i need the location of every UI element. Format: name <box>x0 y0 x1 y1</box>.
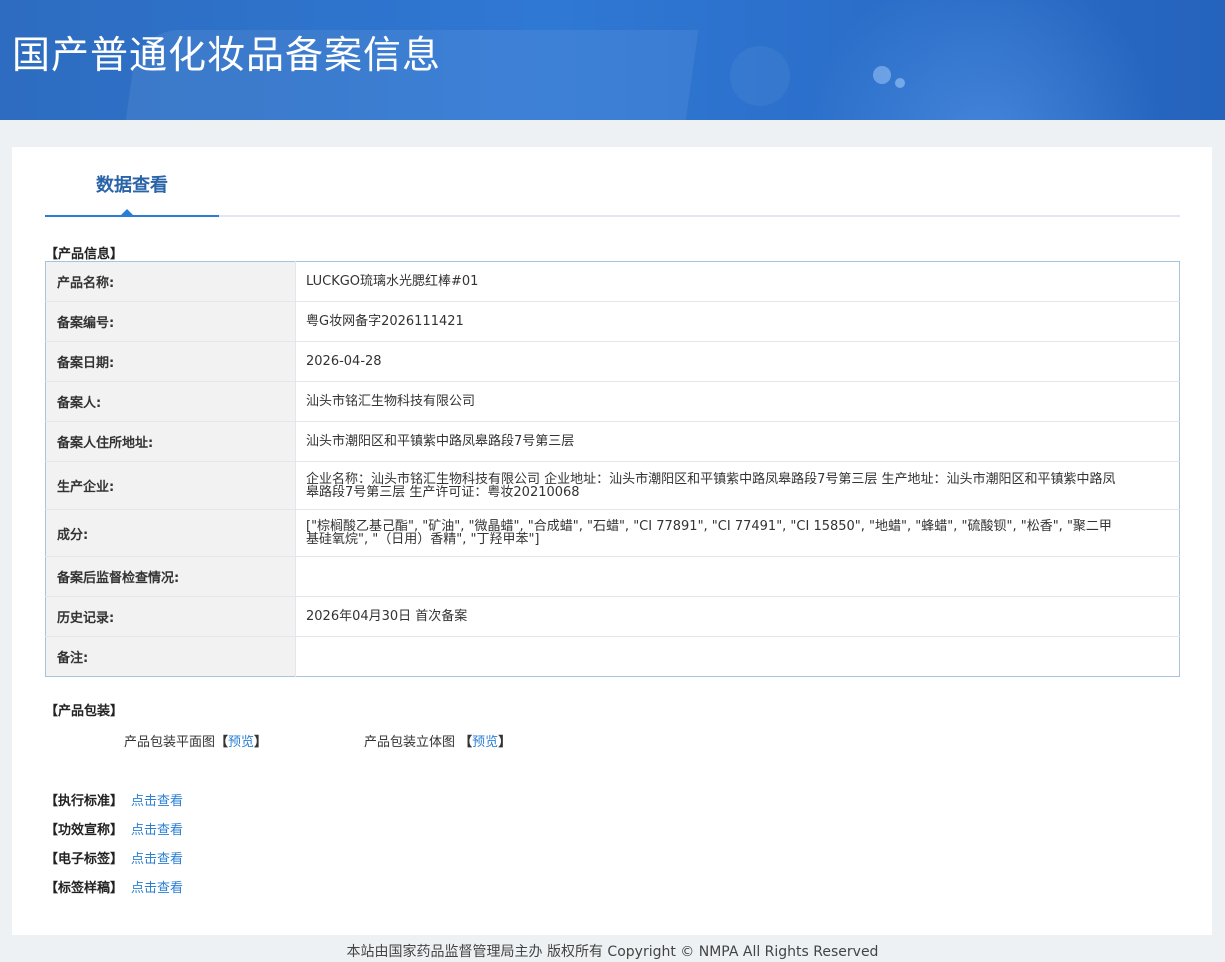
execution-standard: 【执行标准】 点击查看 <box>45 790 183 809</box>
table-row: 备案人住所地址: 汕头市潮阳区和平镇紫中路凤皋路段7号第三层 <box>45 421 1180 462</box>
banner-bubble <box>730 46 790 106</box>
row-label: 备注: <box>45 636 296 677</box>
efficacy-claim-label: 【功效宣称】 <box>45 823 124 838</box>
packaging-solid-label: 产品包装立体图 <box>364 735 456 750</box>
table-row: 生产企业: 企业名称：汕头市铭汇生物科技有限公司 企业地址：汕头市潮阳区和平镇紫… <box>45 461 1180 510</box>
label-draft-label: 【标签样稿】 <box>45 881 124 896</box>
banner-bubble <box>873 66 891 84</box>
tab-bar: 数据查看 <box>45 147 1180 217</box>
bracket-close: 】 <box>254 735 268 750</box>
bracket-open: 【 <box>215 735 229 750</box>
header-banner: 国产普通化妆品备案信息 <box>0 0 1225 120</box>
tab-label: 数据查看 <box>96 175 168 196</box>
packaging-heading: 【产品包装】 <box>45 704 124 719</box>
row-value: ["棕榈酸乙基己酯", "矿油", "微晶蜡", "合成蜡", "石蜡", "C… <box>295 509 1180 557</box>
row-label: 备案人住所地址: <box>45 421 296 462</box>
row-label: 生产企业: <box>45 461 296 510</box>
table-row: 备案人: 汕头市铭汇生物科技有限公司 <box>45 381 1180 422</box>
row-label: 成分: <box>45 509 296 557</box>
table-row: 备案编号: 粤G妆网备字2026111421 <box>45 301 1180 342</box>
row-value: 2026-04-28 <box>295 341 1180 382</box>
footer-copyright: 本站由国家药品监督管理局主办 版权所有 Copyright © NMPA All… <box>346 944 879 960</box>
table-row: 成分: ["棕榈酸乙基己酯", "矿油", "微晶蜡", "合成蜡", "石蜡"… <box>45 509 1180 557</box>
row-value: 企业名称：汕头市铭汇生物科技有限公司 企业地址：汕头市潮阳区和平镇紫中路凤皋路段… <box>295 461 1180 510</box>
row-label: 备案日期: <box>45 341 296 382</box>
label-draft-link[interactable]: 点击查看 <box>131 881 183 896</box>
row-label: 产品名称: <box>45 261 296 302</box>
row-value <box>295 556 1180 597</box>
efficacy-claim-link[interactable]: 点击查看 <box>131 823 183 838</box>
label-draft: 【标签样稿】 点击查看 <box>45 877 183 896</box>
row-value: 汕头市潮阳区和平镇紫中路凤皋路段7号第三层 <box>295 421 1180 462</box>
electronic-label: 【电子标签】 点击查看 <box>45 848 183 867</box>
row-value: 汕头市铭汇生物科技有限公司 <box>295 381 1180 422</box>
preview-solid-link[interactable]: 预览 <box>472 735 498 750</box>
banner-bubble <box>895 78 905 88</box>
table-row: 备案后监督检查情况: <box>45 556 1180 597</box>
table-row: 产品名称: LUCKGO琉璃水光腮红棒#01 <box>45 261 1180 302</box>
page-title: 国产普通化妆品备案信息 <box>12 33 442 77</box>
packaging-solid: 产品包装立体图 【预览】 <box>364 731 511 750</box>
table-row: 备案日期: 2026-04-28 <box>45 341 1180 382</box>
tab-active-caret-icon <box>120 209 134 216</box>
row-value <box>296 637 1180 677</box>
row-label: 备案人: <box>45 381 296 422</box>
execution-standard-label: 【执行标准】 <box>45 794 124 809</box>
tab-data-view[interactable]: 数据查看 <box>45 147 219 217</box>
row-value: LUCKGO琉璃水光腮红棒#01 <box>295 261 1180 302</box>
banner-glow <box>805 0 1165 120</box>
electronic-label-link[interactable]: 点击查看 <box>131 852 183 867</box>
packaging-flat: 产品包装平面图【预览】 <box>124 731 267 750</box>
row-value: 粤G妆网备字2026111421 <box>295 301 1180 342</box>
content-card: 数据查看 【产品信息】 产品名称: LUCKGO琉璃水光腮红棒#01 备案编号:… <box>12 147 1212 935</box>
row-label: 备案后监督检查情况: <box>45 556 296 597</box>
row-value: 2026年04月30日 首次备案 <box>295 596 1180 637</box>
table-row: 备注: <box>45 636 1180 677</box>
packaging-flat-label: 产品包装平面图 <box>124 735 216 750</box>
row-label: 备案编号: <box>45 301 296 342</box>
bracket-close: 】 <box>498 735 512 750</box>
preview-flat-link[interactable]: 预览 <box>228 735 254 750</box>
product-info-heading: 【产品信息】 <box>45 247 124 262</box>
row-label: 历史记录: <box>45 596 296 637</box>
product-info-table: 产品名称: LUCKGO琉璃水光腮红棒#01 备案编号: 粤G妆网备字20261… <box>45 261 1180 677</box>
execution-standard-link[interactable]: 点击查看 <box>131 794 183 809</box>
table-row: 历史记录: 2026年04月30日 首次备案 <box>45 596 1180 637</box>
efficacy-claim: 【功效宣称】 点击查看 <box>45 819 183 838</box>
bracket-open: 【 <box>459 735 473 750</box>
electronic-label-label: 【电子标签】 <box>45 852 124 867</box>
